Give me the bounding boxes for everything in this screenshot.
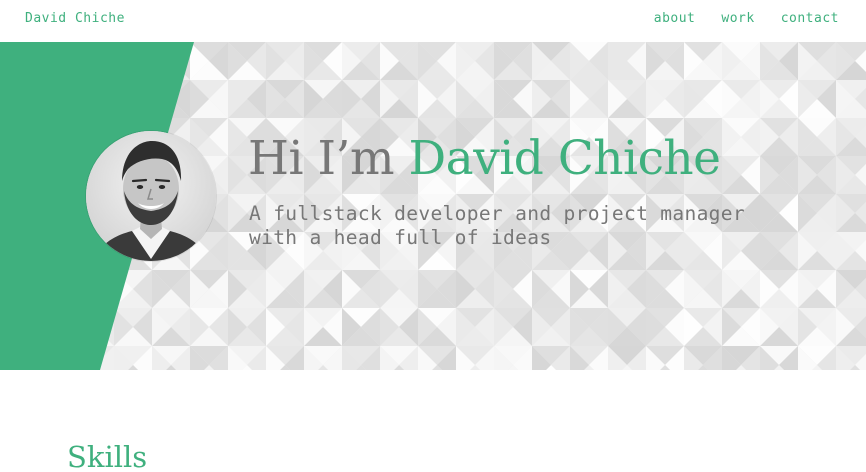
- hero-title: Hi I’m David Chiche: [248, 131, 721, 186]
- brand-link[interactable]: David Chiche: [25, 11, 125, 26]
- nav-link-contact[interactable]: contact: [781, 11, 839, 26]
- hero-greeting: Hi I’m: [248, 131, 395, 186]
- nav-link-about[interactable]: about: [654, 11, 696, 26]
- page: David Chiche about work contact Hi I’m D…: [0, 0, 866, 472]
- profile-photo-icon: [86, 131, 216, 261]
- hero-subtitle: A fullstack developer and project manage…: [249, 202, 849, 250]
- nav-links: about work contact: [654, 11, 839, 26]
- hero-subtitle-line-2: with a head full of ideas: [249, 226, 552, 249]
- hero-section: Hi I’m David Chiche A fullstack develope…: [0, 42, 866, 370]
- navbar: David Chiche about work contact: [0, 0, 866, 42]
- nav-link-work[interactable]: work: [721, 11, 754, 26]
- skills-heading: Skills: [67, 440, 148, 472]
- hero-name: David Chiche: [408, 131, 721, 186]
- avatar: [86, 131, 216, 261]
- hero-subtitle-line-1: A fullstack developer and project manage…: [249, 202, 745, 225]
